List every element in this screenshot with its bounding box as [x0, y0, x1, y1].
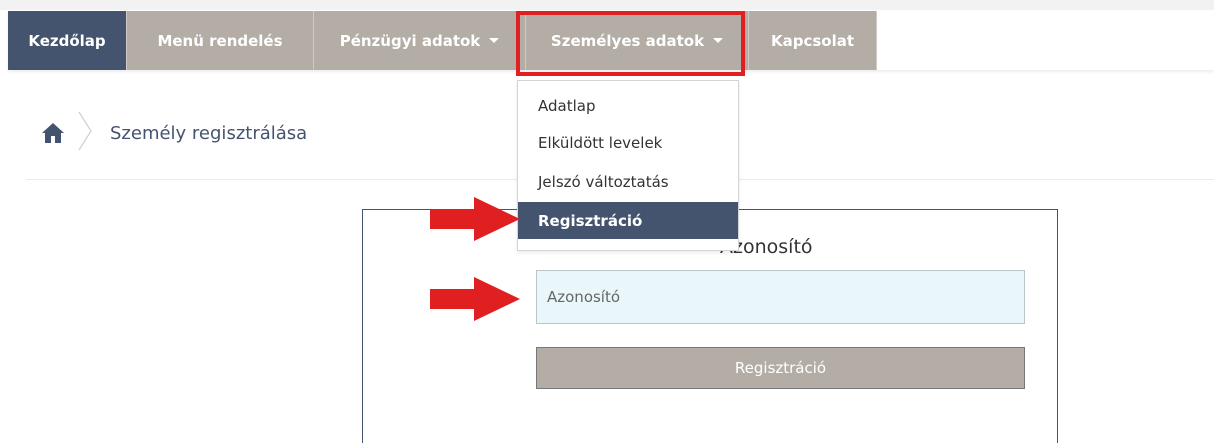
register-button[interactable]: Regisztráció — [536, 347, 1025, 389]
nav-item-label: Kezdőlap — [28, 31, 106, 50]
azonosito-input[interactable] — [536, 270, 1025, 324]
nav-item-label: Személyes adatok — [550, 31, 705, 50]
dropdown-item-label: Regisztráció — [538, 211, 643, 230]
register-button-label: Regisztráció — [734, 359, 827, 377]
home-icon[interactable] — [40, 120, 66, 146]
nav-item-label: Menü rendelés — [157, 31, 283, 50]
breadcrumb: Személy regisztrálása — [40, 111, 308, 155]
main-navbar: Kezdőlap Menü rendelés Pénzügyi adatok S… — [8, 11, 1214, 70]
breadcrumb-separator — [78, 111, 92, 155]
top-strip — [0, 0, 1214, 10]
annotation-arrow-icon — [430, 197, 520, 241]
nav-item-kapcsolat[interactable]: Kapcsolat — [749, 11, 877, 70]
nav-item-szemelyes-adatok[interactable]: Személyes adatok — [526, 11, 749, 70]
dropdown-item-elkuldott-levelek[interactable]: Elküldött levelek — [518, 124, 738, 161]
caret-down-icon — [489, 38, 500, 43]
dropdown-item-label: Adatlap — [538, 96, 596, 115]
breadcrumb-current: Személy regisztrálása — [110, 122, 308, 144]
dropdown-item-label: Elküldött levelek — [538, 133, 663, 152]
dropdown-item-label: Jelszó változtatás — [538, 172, 669, 191]
nav-item-penzugyi-adatok[interactable]: Pénzügyi adatok — [314, 11, 526, 70]
dropdown-item-jelszo-valtoztatas[interactable]: Jelszó változtatás — [518, 163, 738, 200]
nav-item-label: Kapcsolat — [770, 31, 855, 50]
szemelyes-adatok-dropdown: Adatlap Elküldött levelek Jelszó változt… — [517, 80, 739, 251]
nav-item-label: Pénzügyi adatok — [339, 31, 481, 50]
annotation-arrow-icon — [430, 277, 520, 321]
dropdown-item-regisztracio[interactable]: Regisztráció — [518, 202, 738, 239]
nav-item-menu-rendeles[interactable]: Menü rendelés — [127, 11, 314, 70]
caret-down-icon — [713, 38, 724, 43]
nav-item-kezdolap[interactable]: Kezdőlap — [8, 11, 127, 70]
dropdown-item-adatlap[interactable]: Adatlap — [518, 87, 738, 124]
